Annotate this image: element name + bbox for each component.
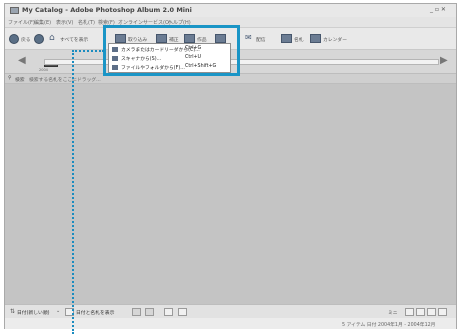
menu-edit[interactable]: 編集(E) [34,19,51,26]
sort-select[interactable]: 日付(新しい順) [17,309,50,316]
show-tags-label: 日付と名札を表示 [76,311,115,316]
view-grid-icon[interactable] [427,308,436,316]
menu-tags[interactable]: 名札(T) [78,19,95,26]
back-label[interactable]: 戻る [21,36,31,43]
home-icon[interactable]: ⌂ [49,33,55,43]
rotate-right-icon[interactable] [145,308,154,316]
search-icon: ⚲ [8,75,12,81]
search-drop-hint[interactable]: 検索する名札をここにドラッグ... [29,76,101,83]
tags-button[interactable]: 名札 [294,36,304,43]
search-label: 検索 [15,78,25,83]
share-button[interactable]: 配信 [256,36,266,43]
rotate-left-icon[interactable] [132,308,141,316]
status-text: 5 アイテム 日付 2004年1月 - 2004年12月 [342,323,436,328]
calendar-button[interactable]: カレンダー [323,36,347,43]
menu-view[interactable]: 表示(V) [56,19,73,26]
timeline-right-arrow-icon[interactable]: ▶ [440,55,448,66]
timeline-left-arrow-icon[interactable]: ◀ [18,55,26,66]
view-single-icon[interactable] [405,308,414,316]
view-details-icon[interactable] [438,308,447,316]
timeline-year: 2004 [39,68,48,72]
app-icon [10,7,19,14]
window-title: My Catalog - Adobe Photoshop Album 2.0 M… [22,6,192,14]
sort-icon: ⇅ [10,308,16,315]
delete-icon[interactable] [164,308,173,316]
menu-file[interactable]: ファイル(F) [8,19,35,26]
share-icon[interactable]: ✉ [245,33,252,42]
tag-icon[interactable] [281,34,292,43]
calendar-icon[interactable] [310,34,321,43]
callout-highlight-box [103,25,240,76]
view-small-grid-icon[interactable] [416,308,425,316]
forward-icon[interactable] [34,34,44,44]
title-bar: My Catalog - Adobe Photoshop Album 2.0 M… [5,4,456,17]
callout-line-horizontal [72,50,104,52]
window-controls[interactable]: _ ▫ ✕ [430,6,446,13]
show-all-button[interactable]: すべてを表示 [60,36,88,43]
size-label: ミニ [388,311,398,316]
callout-line-vertical [72,50,74,334]
chevron-down-icon[interactable]: ⌄ [56,308,60,314]
properties-icon[interactable] [178,308,187,316]
back-icon[interactable] [9,34,19,44]
